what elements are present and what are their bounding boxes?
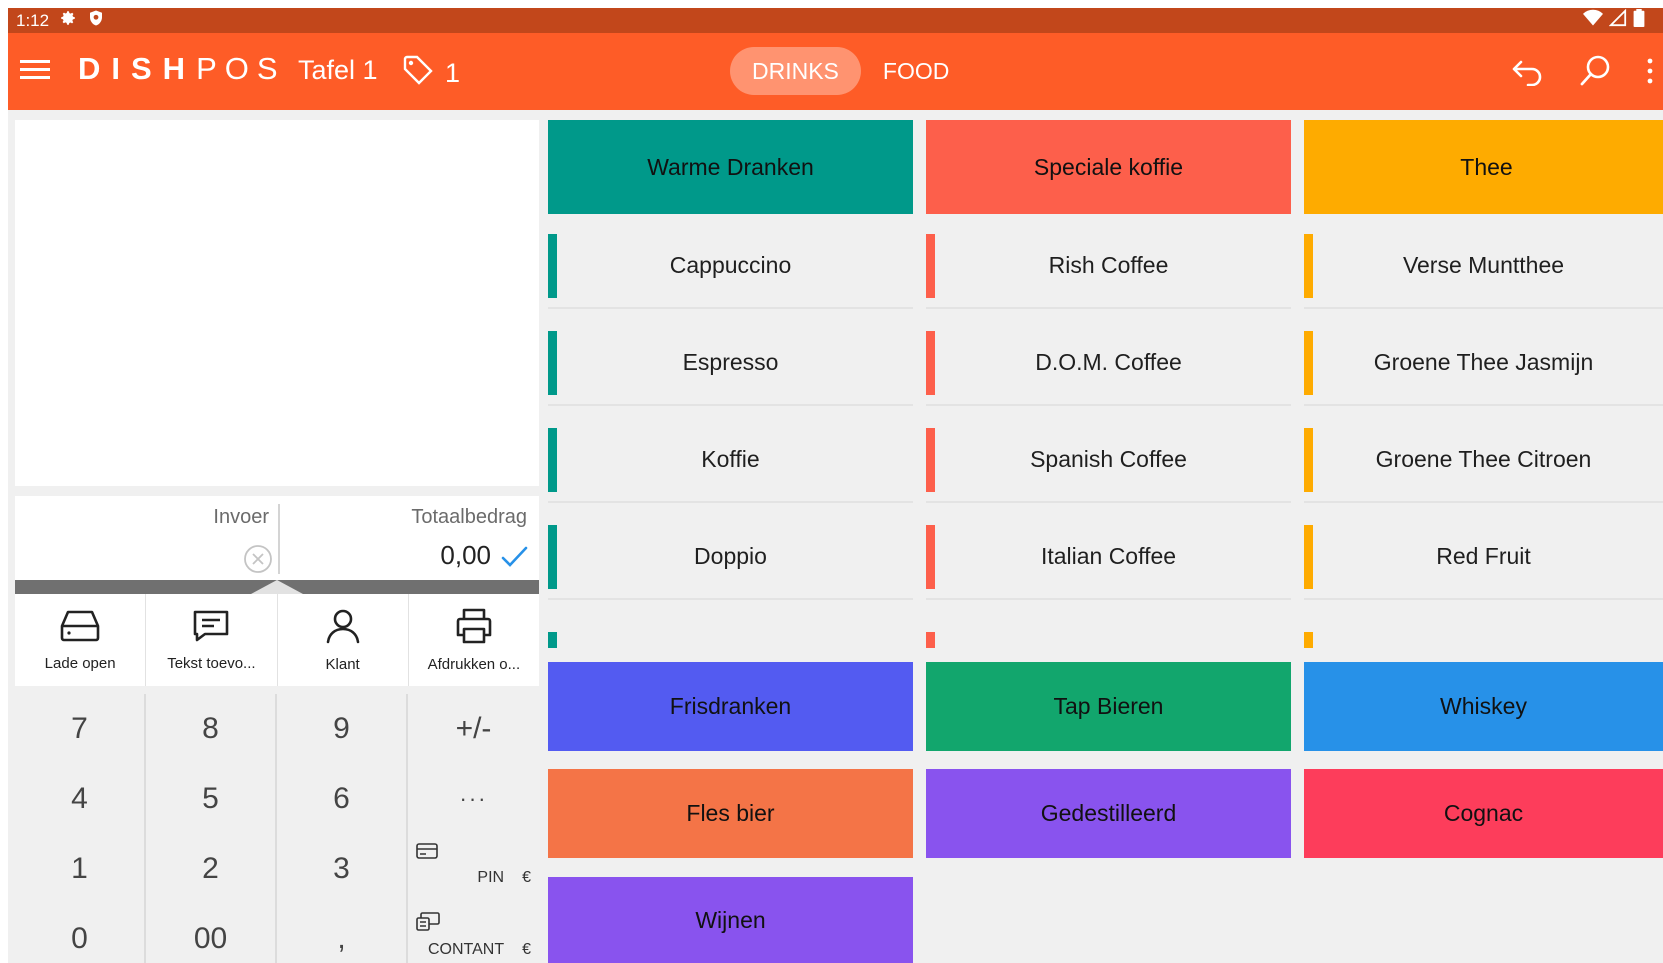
key-3[interactable]: 3 (277, 834, 408, 904)
shield-icon (87, 9, 105, 32)
category-thee[interactable]: Thee (1304, 120, 1663, 214)
order-ticket[interactable] (15, 120, 539, 486)
undo-icon[interactable] (1507, 51, 1547, 91)
message-icon (191, 608, 231, 649)
category-warme-dranken[interactable]: Warme Dranken (548, 120, 913, 214)
pin-label: PIN (477, 869, 505, 886)
action-toolbar: Lade open Tekst toevo... Klant Afdrukken… (15, 594, 539, 686)
key-9[interactable]: 9 (277, 694, 408, 764)
key-5[interactable]: 5 (146, 764, 277, 834)
tool-label: Klant (325, 656, 360, 673)
cash-payment-button[interactable]: CONTANT € (408, 904, 539, 963)
tool-label: Lade open (44, 655, 116, 672)
currency-symbol: € (522, 941, 531, 958)
totals-panel: Invoer Totaalbedrag 0,00 (15, 496, 539, 580)
product-groene-thee-citroen[interactable]: Groene Thee Citroen (1304, 418, 1663, 503)
product-espresso[interactable]: Espresso (548, 321, 913, 406)
tab-drinks[interactable]: DRINKS (730, 47, 861, 95)
signal-icon (1608, 8, 1627, 32)
user-icon (324, 607, 362, 650)
key-0[interactable]: 0 (15, 904, 146, 963)
category-cognac[interactable]: Cognac (1304, 769, 1663, 858)
key-comma[interactable]: , (277, 904, 408, 963)
product-doppio[interactable]: Doppio (548, 515, 913, 600)
product-italian-coffee[interactable]: Italian Coffee (926, 515, 1291, 600)
tag-icon (401, 53, 435, 94)
category-frisdranken[interactable]: Frisdranken (548, 662, 913, 751)
pos-screen: 1:12 DISH POS Tafel 1 1 DRINKS FOOD Invo… (8, 8, 1663, 963)
drawer-icon (59, 608, 101, 649)
customer-button[interactable]: Klant (278, 594, 409, 686)
guest-count: 1 (445, 58, 461, 88)
guest-counter[interactable]: 1 (401, 53, 460, 94)
clear-input-icon[interactable] (243, 544, 273, 574)
product-red-fruit[interactable]: Red Fruit (1304, 515, 1663, 600)
brand-bold: DISH (78, 51, 197, 86)
search-icon[interactable] (1575, 51, 1615, 91)
cash-icon (416, 912, 531, 937)
product-koffie[interactable]: Koffie (548, 418, 913, 503)
battery-icon (1633, 9, 1645, 32)
tab-food[interactable]: FOOD (861, 47, 971, 95)
more-items-indicator (548, 632, 557, 648)
category-tap-bieren[interactable]: Tap Bieren (926, 662, 1291, 751)
invoer-label: Invoer (213, 506, 269, 528)
add-text-button[interactable]: Tekst toevo... (146, 594, 278, 686)
category-fles-bier[interactable]: Fles bier (548, 769, 913, 858)
product-rish-coffee[interactable]: Rish Coffee (926, 224, 1291, 309)
menu-tabs: DRINKS FOOD (730, 47, 971, 95)
gear-icon (59, 9, 77, 32)
category-gedestilleerd[interactable]: Gedestilleerd (926, 769, 1291, 858)
card-icon (416, 842, 531, 865)
key-00[interactable]: 00 (146, 904, 277, 963)
key-2[interactable]: 2 (146, 834, 277, 904)
printer-icon (454, 607, 494, 650)
menu-icon[interactable] (18, 55, 52, 85)
numeric-keypad: 7 8 9 +/- 4 5 6 ··· 1 2 3 PIN € 0 00 , C… (15, 694, 539, 963)
tool-label: Tekst toevo... (167, 655, 256, 672)
key-1[interactable]: 1 (15, 834, 146, 904)
key-plus-minus[interactable]: +/- (408, 694, 539, 764)
key-4[interactable]: 4 (15, 764, 146, 834)
status-bar: 1:12 (8, 8, 1663, 33)
pin-payment-button[interactable]: PIN € (408, 834, 539, 904)
category-speciale-koffie[interactable]: Speciale koffie (926, 120, 1291, 214)
product-groene-thee-jasmijn[interactable]: Groene Thee Jasmijn (1304, 321, 1663, 406)
more-items-indicator (926, 632, 935, 648)
more-items-indicator (1304, 632, 1313, 648)
contant-label: CONTANT (427, 941, 505, 958)
check-icon[interactable] (499, 544, 529, 570)
key-6[interactable]: 6 (277, 764, 408, 834)
key-more[interactable]: ··· (408, 764, 539, 834)
brand-light: POS (196, 51, 286, 86)
print-button[interactable]: Afdrukken o... (409, 594, 539, 686)
category-wijnen[interactable]: Wijnen (548, 877, 913, 963)
key-7[interactable]: 7 (15, 694, 146, 764)
app-bar: DISH POS Tafel 1 1 DRINKS FOOD (8, 33, 1663, 110)
wifi-icon (1583, 9, 1603, 32)
status-time: 1:12 (16, 10, 50, 30)
product-grid: Warme Dranken Speciale koffie Thee Cappu… (548, 120, 1663, 963)
totaal-label: Totaalbedrag (411, 506, 527, 528)
total-amount: 0,00 (440, 540, 491, 570)
tool-label: Afdrukken o... (427, 656, 521, 673)
key-8[interactable]: 8 (146, 694, 277, 764)
open-drawer-button[interactable]: Lade open (15, 594, 147, 686)
totals-divider (278, 504, 280, 574)
product-dom-coffee[interactable]: D.O.M. Coffee (926, 321, 1291, 406)
product-verse-muntthee[interactable]: Verse Muntthee (1304, 224, 1663, 309)
category-whiskey[interactable]: Whiskey (1304, 662, 1663, 751)
product-cappuccino[interactable]: Cappuccino (548, 224, 913, 309)
brand-logo: DISH POS (78, 51, 286, 87)
table-name[interactable]: Tafel 1 (298, 55, 378, 86)
currency-symbol: € (522, 869, 531, 886)
product-spanish-coffee[interactable]: Spanish Coffee (926, 418, 1291, 503)
more-vert-icon[interactable] (1643, 51, 1657, 91)
panel-drag-handle[interactable] (15, 580, 539, 594)
